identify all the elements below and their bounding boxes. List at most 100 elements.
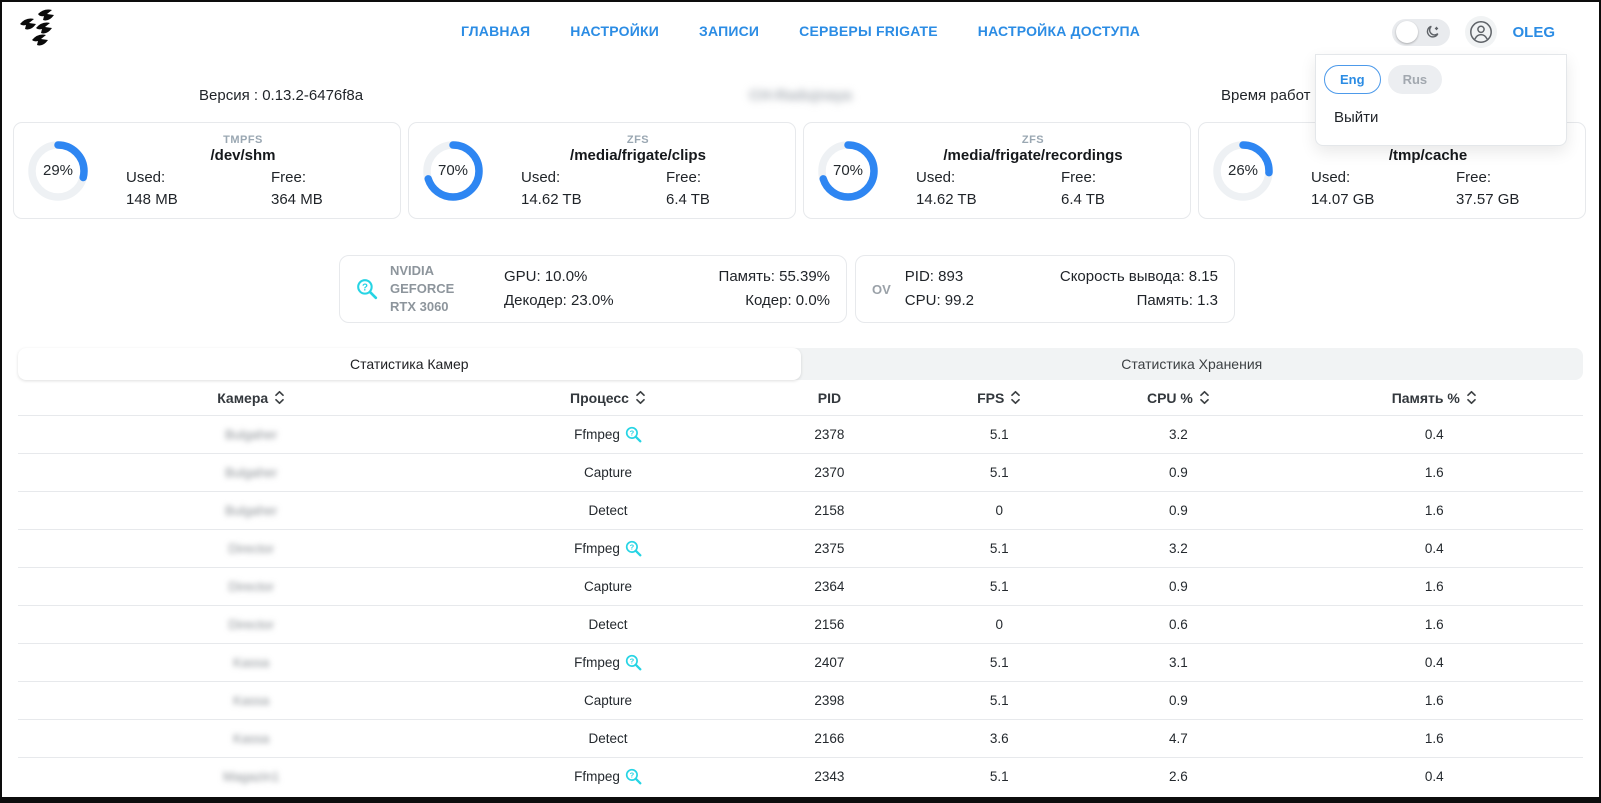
camera-name-blurred: Magazin1	[223, 769, 279, 784]
camera-stats-table: Камера Процесс PIDFPS CPU % Память % Bul…	[18, 380, 1583, 795]
free-value: 37.57 GB	[1428, 191, 1573, 208]
ov-memory: Память: 1.3	[1060, 289, 1218, 313]
table-row: DirectorCapture23645.10.91.6	[18, 567, 1583, 605]
svg-text:?: ?	[629, 429, 634, 438]
sort-icon	[1010, 390, 1021, 405]
process-cell: Detect	[484, 503, 731, 518]
lang-rus-button[interactable]: Rus	[1388, 65, 1443, 94]
process-cell: Ffmpeg ?	[484, 426, 731, 443]
cpu-cell: 0.9	[1071, 693, 1285, 708]
svg-text:?: ?	[629, 543, 634, 552]
nav-recordings[interactable]: ЗАПИСИ	[699, 23, 759, 39]
table-body: BulgaherFfmpeg ? 23785.13.20.4BulgaherCa…	[18, 415, 1583, 795]
storage-card-dev-shm: 29% TMPFS /dev/shm Used: Free: 148 MB 36…	[13, 122, 401, 219]
cpu-cell: 0.6	[1071, 617, 1285, 632]
ffmpeg-info-icon[interactable]: ?	[625, 768, 642, 785]
pid-cell: 2398	[732, 693, 928, 708]
used-label: Used:	[98, 169, 243, 186]
free-label: Free:	[638, 169, 783, 186]
ffmpeg-info-icon[interactable]: ?	[625, 540, 642, 557]
pid-cell: 2364	[732, 579, 928, 594]
camera-name-blurred: Bulgaher	[225, 503, 277, 518]
used-label: Used:	[493, 169, 638, 186]
gauge-percent: 26%	[1211, 139, 1275, 203]
ov-stats-right: Скорость вывода: 8.15 Память: 1.3	[1060, 265, 1218, 313]
used-value: 14.07 GB	[1283, 191, 1428, 208]
person-icon	[1468, 19, 1494, 45]
pid-cell: 2158	[732, 503, 928, 518]
process-cell: Detect	[484, 617, 731, 632]
gpu-stats-card: ? NVIDIA GEFORCE RTX 3060 GPU: 10.0% Дек…	[339, 255, 847, 323]
usage-gauge: 70%	[421, 139, 485, 203]
mem-cell: 1.6	[1286, 617, 1583, 632]
nav-home[interactable]: ГЛАВНАЯ	[461, 23, 530, 39]
gauge-percent: 70%	[421, 139, 485, 203]
fs-path-label: /media/frigate/recordings	[888, 147, 1178, 164]
table-row: Magazin1Ffmpeg ? 23435.12.60.4	[18, 757, 1583, 795]
ov-label: OV	[872, 282, 891, 297]
ov-cpu: CPU: 99.2	[905, 289, 974, 313]
cpu-cell: 0.9	[1071, 503, 1285, 518]
main-nav: ГЛАВНАЯ НАСТРОЙКИ ЗАПИСИ СЕРВЕРЫ FRIGATE…	[461, 23, 1140, 39]
cpu-cell: 4.7	[1071, 731, 1285, 746]
column-header: PID	[732, 390, 928, 406]
svg-text:?: ?	[629, 657, 634, 666]
pid-cell: 2156	[732, 617, 928, 632]
table-row: KassaFfmpeg ? 24075.13.10.4	[18, 643, 1583, 681]
svg-text:?: ?	[629, 771, 634, 780]
nav-settings[interactable]: НАСТРОЙКИ	[570, 23, 659, 39]
fps-cell: 5.1	[927, 693, 1071, 708]
column-header[interactable]: Процесс	[484, 390, 731, 406]
usage-gauge: 26%	[1211, 139, 1275, 203]
moon-icon	[1425, 24, 1441, 40]
mem-cell: 1.6	[1286, 465, 1583, 480]
camera-name-blurred: Bulgaher	[225, 427, 277, 442]
stats-tabs: Статистика Камер Статистика Хранения	[18, 348, 1583, 380]
table-row: KassaCapture23985.10.91.6	[18, 681, 1583, 719]
storage-card-recordings: 70% ZFS /media/frigate/recordings Used: …	[803, 122, 1191, 219]
used-value: 14.62 TB	[493, 191, 638, 208]
gpu-name: NVIDIA GEFORCE RTX 3060	[390, 262, 498, 317]
column-header[interactable]: Камера	[18, 390, 484, 406]
ffmpeg-info-icon[interactable]: ?	[625, 426, 642, 443]
ffmpeg-info-icon[interactable]: ?	[625, 654, 642, 671]
pid-cell: 2166	[732, 731, 928, 746]
cpu-cell: 0.9	[1071, 465, 1285, 480]
ov-stats-left: PID: 893 CPU: 99.2	[905, 265, 974, 313]
cpu-cell: 2.6	[1071, 769, 1285, 784]
nav-access-settings[interactable]: НАСТРОЙКА ДОСТУПА	[978, 23, 1140, 39]
logout-menu-item[interactable]: Выйти	[1316, 104, 1566, 131]
sort-icon	[635, 390, 646, 405]
cpu-cell: 3.2	[1071, 427, 1285, 442]
user-avatar[interactable]	[1465, 16, 1497, 48]
tab-camera-stats[interactable]: Статистика Камер	[18, 348, 801, 380]
free-label: Free:	[243, 169, 388, 186]
column-header[interactable]: Память %	[1286, 390, 1583, 406]
mem-cell: 0.4	[1286, 541, 1583, 556]
blurred-location-title: CH-Radujnaya	[749, 87, 852, 104]
cpu-cell: 3.2	[1071, 541, 1285, 556]
table-row: BulgaherFfmpeg ? 23785.13.20.4	[18, 415, 1583, 453]
usage-gauge: 70%	[816, 139, 880, 203]
camera-name-blurred: Director	[228, 617, 274, 632]
nav-frigate-servers[interactable]: СЕРВЕРЫ FRIGATE	[799, 23, 938, 39]
table-row: BulgaherCapture23705.10.91.6	[18, 453, 1583, 491]
fps-cell: 5.1	[927, 427, 1071, 442]
mem-cell: 0.4	[1286, 769, 1583, 784]
gpu-stats-right: Память: 55.39% Кодер: 0.0%	[719, 265, 830, 313]
camera-name-blurred: Bulgaher	[225, 465, 277, 480]
username-button[interactable]: OLEG	[1512, 24, 1555, 41]
used-label: Used:	[1283, 169, 1428, 186]
gpu-memory: Память: 55.39%	[719, 265, 830, 289]
column-header[interactable]: FPS	[927, 390, 1071, 406]
tab-storage-stats[interactable]: Статистика Хранения	[801, 348, 1584, 380]
column-header[interactable]: CPU %	[1071, 390, 1285, 406]
gauge-percent: 29%	[26, 139, 90, 203]
used-value: 14.62 TB	[888, 191, 1033, 208]
gpu-info-icon[interactable]: ?	[356, 278, 378, 300]
fps-cell: 5.1	[927, 541, 1071, 556]
dark-mode-toggle[interactable]	[1392, 19, 1450, 46]
free-value: 6.4 TB	[1033, 191, 1178, 208]
storage-card-clips: 70% ZFS /media/frigate/clips Used: Free:…	[408, 122, 796, 219]
lang-eng-button[interactable]: Eng	[1324, 65, 1381, 94]
